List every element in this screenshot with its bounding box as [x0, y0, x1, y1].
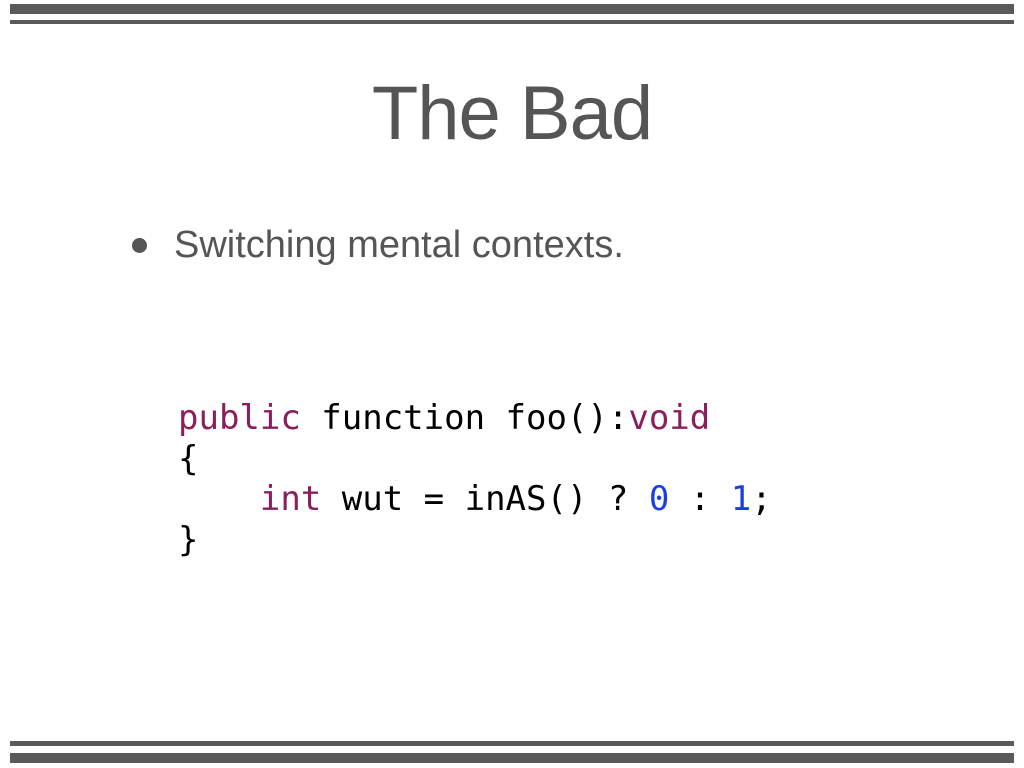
- code-line-2: {: [178, 438, 199, 479]
- code-line-4: }: [178, 519, 199, 560]
- code-keyword-int: int: [259, 479, 322, 519]
- top-rule-thin: [10, 20, 1014, 24]
- bottom-rule-thin: [10, 741, 1014, 746]
- code-number-0: 0: [648, 479, 670, 519]
- code-keyword-public: public: [178, 398, 301, 438]
- code-number-1: 1: [730, 479, 752, 519]
- bottom-rule-thick: [10, 753, 1014, 763]
- code-text: :: [669, 479, 731, 519]
- top-rule-thick: [10, 4, 1014, 14]
- slide-title: The Bad: [371, 71, 653, 156]
- code-line-1: public function foo():void: [178, 398, 710, 438]
- code-text: wut = inAS() ?: [321, 479, 649, 519]
- code-line-3: int wut = inAS() ? 0 : 1;: [178, 479, 772, 519]
- bullet-item: Switching mental contexts.: [132, 224, 624, 267]
- code-keyword-void: void: [628, 398, 711, 438]
- code-text: ;: [751, 479, 772, 519]
- bullet-text: Switching mental contexts.: [174, 224, 624, 266]
- code-block: public function foo():void { int wut = i…: [178, 398, 772, 560]
- bullet-dot-icon: [132, 238, 147, 253]
- code-text: function foo():: [300, 398, 629, 438]
